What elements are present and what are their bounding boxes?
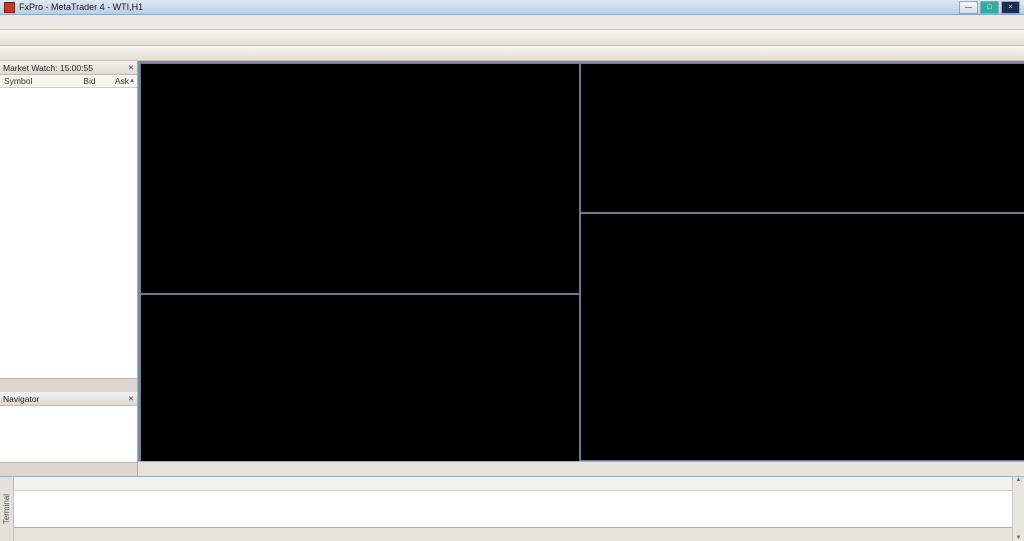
window-title: FxPro - MetaTrader 4 - WTI,H1	[19, 2, 955, 12]
market-watch-tabs	[0, 378, 137, 392]
market-watch-header: Market Watch: 15:00:55 ✕	[0, 61, 137, 75]
terminal-side-label: Terminal	[0, 477, 14, 541]
scroll-down-icon[interactable]: ▼	[1016, 535, 1022, 541]
market-watch-column-headers: Symbol Bid Ask ▲	[0, 75, 137, 88]
terminal-scrollbar[interactable]: ▲ ▼	[1012, 477, 1024, 541]
menu-bar	[0, 15, 1024, 30]
navigator-close-icon[interactable]: ✕	[128, 395, 134, 403]
chart-window-eurusd[interactable]	[140, 63, 580, 294]
application-window: FxPro - MetaTrader 4 - WTI,H1 — □ × Mark…	[0, 0, 1024, 541]
chart-window-wti[interactable]	[580, 63, 1024, 213]
col-symbol[interactable]: Symbol	[0, 76, 59, 86]
navigator-tabs	[0, 462, 137, 476]
chart-workspace	[138, 61, 1024, 476]
terminal-tabs	[14, 527, 1012, 541]
toolbar-line-studies	[0, 46, 1024, 61]
codebase-table-header	[14, 477, 1012, 491]
chart-window-tab-bar	[138, 461, 1024, 476]
terminal-panel: Terminal ▲ ▼	[0, 476, 1024, 541]
market-watch-title: Market Watch: 15:00:55	[3, 63, 93, 73]
scroll-up-icon[interactable]: ▲	[1016, 477, 1022, 483]
close-button[interactable]: ×	[1001, 1, 1020, 14]
app-icon	[4, 2, 15, 13]
maximize-button[interactable]: □	[980, 1, 999, 14]
scroll-up-icon[interactable]: ▲	[129, 78, 135, 84]
market-watch-close-icon[interactable]: ✕	[128, 64, 134, 72]
toolbar-standard	[0, 30, 1024, 46]
chart-window-gold[interactable]	[140, 294, 580, 462]
market-watch-list	[0, 88, 137, 378]
navigator-tree	[0, 406, 137, 462]
chart-window-bitcoin[interactable]	[580, 213, 1024, 461]
minimize-button[interactable]: —	[959, 1, 978, 14]
navigator-header: Navigator ✕	[0, 392, 137, 406]
left-panel: Market Watch: 15:00:55 ✕ Symbol Bid Ask …	[0, 61, 138, 476]
codebase-table	[14, 477, 1012, 527]
col-bid[interactable]: Bid	[59, 76, 95, 86]
title-bar: FxPro - MetaTrader 4 - WTI,H1 — □ ×	[0, 0, 1024, 15]
col-ask[interactable]: Ask	[96, 76, 129, 86]
navigator-title: Navigator	[3, 394, 39, 404]
